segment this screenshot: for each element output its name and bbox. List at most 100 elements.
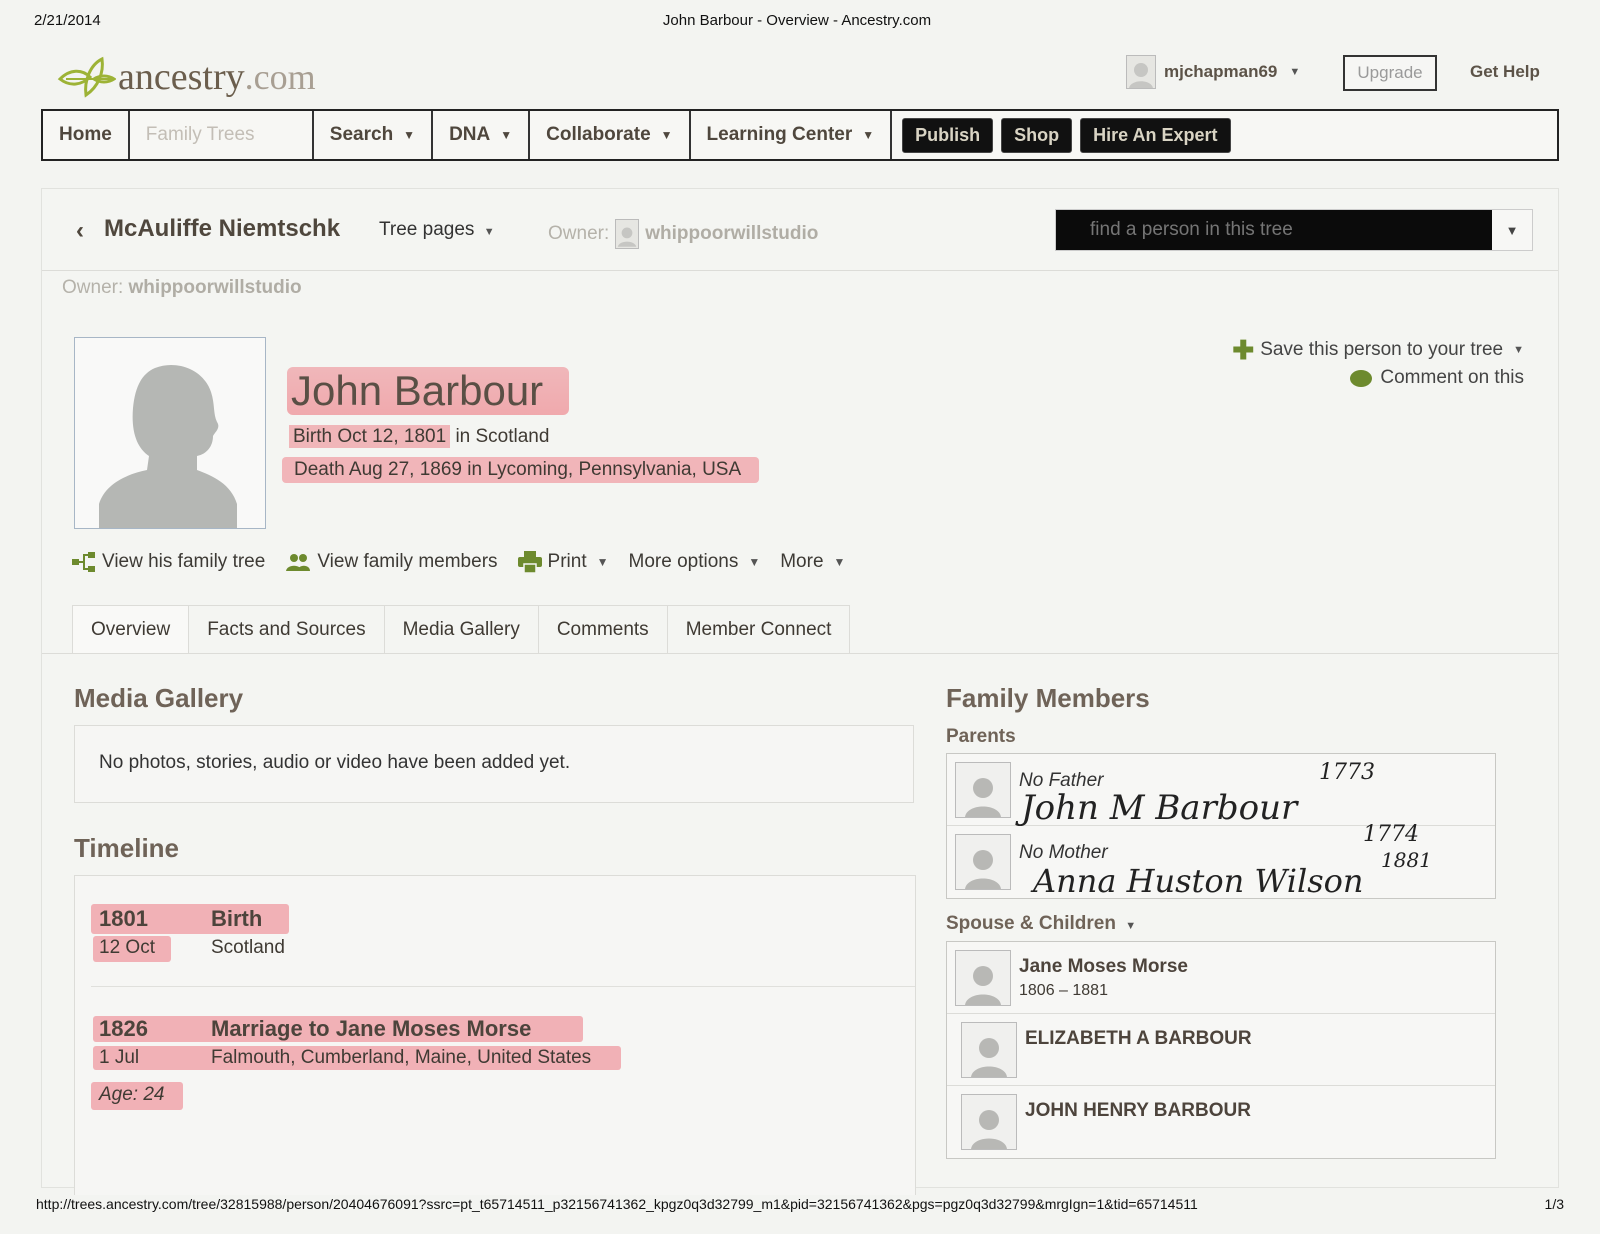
mother-handwritten-year-birth: 1774 <box>1363 822 1419 847</box>
chevron-down-icon: ▼ <box>596 555 609 569</box>
people-icon <box>286 554 311 571</box>
comment-bubble-icon <box>1350 369 1373 387</box>
timeline-day: 1 Jul <box>99 1047 140 1068</box>
chevron-left-icon[interactable]: ‹ <box>76 217 84 245</box>
shop-button[interactable]: Shop <box>1001 117 1073 153</box>
member-name[interactable]: JOHN HENRY BARBOUR <box>1025 1100 1251 1122</box>
comment-link[interactable]: Comment on this <box>1350 367 1524 389</box>
nav-search[interactable]: Search ▼ <box>314 111 434 159</box>
tree-pages-dropdown[interactable]: Tree pages ▼ <box>379 219 495 241</box>
father-handwritten-year: 1773 <box>1319 760 1375 785</box>
print-title: John Barbour - Overview - Ancestry.com <box>662 12 932 29</box>
print-header: 2/21/2014 John Barbour - Overview - Ance… <box>34 12 1560 32</box>
timeline-year: 1826 <box>99 1016 148 1041</box>
get-help-link[interactable]: Get Help <box>1470 62 1540 82</box>
owner-label: Owner: <box>548 223 610 244</box>
spouse-children-dropdown[interactable]: Spouse & Children ▼ <box>946 913 1136 935</box>
birth-place: in Scotland <box>455 426 550 447</box>
person-silhouette-icon <box>965 778 1001 817</box>
person-card: ‹ McAuliffe Niemtschk Tree pages ▼ Owner… <box>41 188 1559 1195</box>
nav-dna-label: DNA <box>449 124 491 145</box>
person-portrait[interactable] <box>74 337 266 529</box>
view-family-members-label: View family members <box>317 551 498 572</box>
publish-button[interactable]: Publish <box>902 117 994 153</box>
print-menu[interactable]: Print ▼ <box>517 551 609 573</box>
tab-member-connect[interactable]: Member Connect <box>666 605 851 653</box>
find-person-box: ▼ <box>1055 209 1533 251</box>
more-options-menu[interactable]: More options ▼ <box>629 551 761 573</box>
mother-handwritten-year-death: 1881 <box>1381 848 1432 872</box>
family-member-row[interactable]: ELIZABETH A BARBOUR <box>947 1014 1495 1086</box>
timeline-list: 1801 12 Oct Birth Scotland 1826 1 Jul Ma… <box>74 875 916 1195</box>
nav-learning-center[interactable]: Learning Center ▼ <box>691 111 893 159</box>
father-row[interactable]: No Father John M Barbour 1773 <box>947 754 1495 828</box>
person-silhouette-icon <box>965 966 1001 1005</box>
mother-avatar <box>955 834 1011 890</box>
person-name: John Barbour <box>287 367 570 415</box>
nav-family-trees[interactable]: Family Trees <box>130 111 314 159</box>
media-gallery-empty: No photos, stories, audio or video have … <box>74 725 914 803</box>
ancestry-logo[interactable]: ancestry.com <box>56 52 316 102</box>
father-avatar <box>955 762 1011 818</box>
person-silhouette-icon <box>965 850 1001 889</box>
tree-name-link[interactable]: McAuliffe Niemtschk <box>104 215 340 243</box>
timeline-place: Scotland <box>211 937 285 958</box>
more-menu[interactable]: More ▼ <box>780 551 845 573</box>
print-footer: http://trees.ancestry.com/tree/32815988/… <box>36 1196 1564 1212</box>
find-person-input[interactable] <box>1056 210 1492 250</box>
leaf-logo-icon <box>57 56 116 98</box>
owner-name-link[interactable]: whippoorwillstudio <box>129 277 302 298</box>
member-avatar <box>961 1094 1017 1150</box>
username: mjchapman69 <box>1164 62 1278 81</box>
nav-collaborate[interactable]: Collaborate ▼ <box>530 111 691 159</box>
hire-expert-button[interactable]: Hire An Expert <box>1080 117 1231 153</box>
tab-facts-and-sources[interactable]: Facts and Sources <box>188 605 385 653</box>
owner-line: Owner: whippoorwillstudio <box>62 277 302 299</box>
save-person-label: Save this person to your tree <box>1260 339 1504 360</box>
user-avatar <box>1126 55 1156 89</box>
chevron-down-icon: ▼ <box>403 128 416 142</box>
tree-pages-label: Tree pages <box>379 219 475 240</box>
timeline-event-name: Birth <box>211 906 263 931</box>
timeline-divider <box>91 986 915 987</box>
save-person-link[interactable]: ✚ Save this person to your tree ▼ <box>1232 337 1524 363</box>
parents-label: Parents <box>946 726 1016 747</box>
family-member-row[interactable]: Jane Moses Morse 1806 – 1881 <box>947 942 1495 1014</box>
member-name[interactable]: Jane Moses Morse <box>1019 956 1188 978</box>
owner-label: Owner: <box>62 277 124 298</box>
owner-avatar <box>615 219 640 249</box>
tab-media-gallery[interactable]: Media Gallery <box>383 605 539 653</box>
timeline-place: Falmouth, Cumberland, Maine, United Stat… <box>211 1047 592 1068</box>
family-members-title: Family Members <box>946 683 1150 713</box>
owner-name-link[interactable]: whippoorwillstudio <box>645 223 818 245</box>
nav-family-trees-label: Family Trees <box>145 124 255 145</box>
chevron-down-icon[interactable]: ▼ <box>1492 210 1532 250</box>
family-member-row[interactable]: JOHN HENRY BARBOUR <box>947 1086 1495 1158</box>
timeline-event-name: Marriage to Jane Moses Morse <box>211 1016 532 1041</box>
spouse-children-list: Jane Moses Morse 1806 – 1881 ELIZABETH A… <box>946 941 1496 1159</box>
view-family-tree-link[interactable]: View his family tree <box>72 551 265 573</box>
nav-dna[interactable]: DNA ▼ <box>433 111 531 159</box>
printer-icon <box>517 551 542 573</box>
member-name[interactable]: ELIZABETH A BARBOUR <box>1025 1028 1252 1050</box>
tab-comments[interactable]: Comments <box>537 605 668 653</box>
member-avatar <box>955 950 1011 1006</box>
mother-row[interactable]: No Mother Anna Huston Wilson 1774 1881 <box>947 822 1495 900</box>
death-fact: Death Aug 27, 1869 in Lycoming, Pennsylv… <box>282 457 760 483</box>
more-label: More <box>780 551 824 572</box>
timeline-age: Age: 24 <box>99 1084 165 1105</box>
tab-overview[interactable]: Overview <box>72 605 190 653</box>
nav-promo-buttons: Publish Shop Hire An Expert <box>892 111 1231 159</box>
chevron-down-icon: ▼ <box>660 128 673 142</box>
member-avatar <box>961 1022 1017 1078</box>
nav-collaborate-label: Collaborate <box>546 124 651 145</box>
upgrade-button[interactable]: Upgrade <box>1343 55 1437 91</box>
view-family-members-link[interactable]: View family members <box>285 551 498 573</box>
person-actions: View his family tree View family members… <box>72 551 845 573</box>
chevron-down-icon: ▼ <box>1289 66 1301 78</box>
chevron-down-icon: ▼ <box>1125 920 1137 932</box>
user-menu[interactable]: mjchapman69 ▼ <box>1126 55 1300 89</box>
nav-home[interactable]: Home <box>43 111 130 159</box>
main-nav: Home Family Trees Search ▼ DNA ▼ Collabora… <box>41 109 1559 161</box>
view-family-tree-label: View his family tree <box>102 551 266 572</box>
